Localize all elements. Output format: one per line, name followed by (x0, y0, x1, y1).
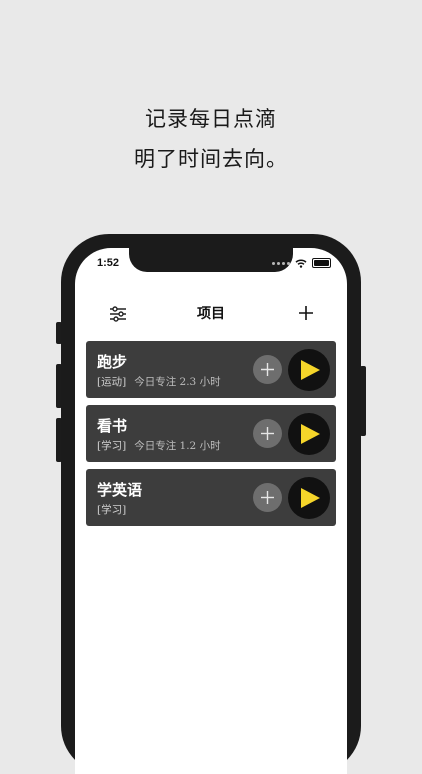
add-project-button[interactable] (295, 302, 317, 324)
play-icon (301, 360, 320, 380)
signal-icon (272, 261, 290, 265)
wifi-icon (295, 259, 307, 268)
project-focus-time: 今日专注 1.2 小时 (134, 440, 221, 452)
start-timer-button[interactable] (288, 413, 330, 455)
status-time: 1:52 (97, 257, 120, 269)
phone-screen: 1:52 项目 跑步 [运动] 今日专注 2.3 小时 看书 [学习] 今日专注… (75, 248, 347, 774)
plus-icon (261, 491, 274, 504)
status-icons (272, 258, 331, 268)
add-time-button[interactable] (253, 419, 282, 448)
project-card[interactable]: 跑步 [运动] 今日专注 2.3 小时 (86, 341, 336, 398)
phone-frame: 1:52 项目 跑步 [运动] 今日专注 2.3 小时 看书 [学习] 今日专注… (61, 234, 361, 774)
project-meta: [学习] 今日专注 1.2 小时 (97, 438, 221, 453)
plus-icon (261, 363, 274, 376)
project-list: 跑步 [运动] 今日专注 2.3 小时 看书 [学习] 今日专注 1.2 小时 … (86, 341, 336, 533)
plus-icon (261, 427, 274, 440)
project-card[interactable]: 学英语 [学习] (86, 469, 336, 526)
add-time-button[interactable] (253, 355, 282, 384)
promo-line-2: 明了时间去向。 (134, 147, 288, 171)
start-timer-button[interactable] (288, 477, 330, 519)
play-icon (301, 488, 320, 508)
plus-icon (299, 306, 313, 320)
notch (129, 248, 293, 272)
project-name: 看书 (97, 417, 128, 435)
project-meta: [运动] 今日专注 2.3 小时 (97, 374, 221, 389)
project-category: [学习] (97, 504, 127, 516)
project-name: 学英语 (97, 481, 143, 499)
add-time-button[interactable] (253, 483, 282, 512)
play-icon (301, 424, 320, 444)
project-card[interactable]: 看书 [学习] 今日专注 1.2 小时 (86, 405, 336, 462)
project-category: [学习] (97, 440, 127, 452)
start-timer-button[interactable] (288, 349, 330, 391)
project-category: [运动] (97, 376, 127, 388)
project-meta: [学习] (97, 502, 134, 517)
project-name: 跑步 (97, 353, 128, 371)
navigation-bar: 项目 (75, 288, 347, 336)
promo-line-1: 记录每日点滴 (145, 107, 277, 131)
project-focus-time: 今日专注 2.3 小时 (134, 376, 221, 388)
battery-icon (312, 258, 331, 268)
